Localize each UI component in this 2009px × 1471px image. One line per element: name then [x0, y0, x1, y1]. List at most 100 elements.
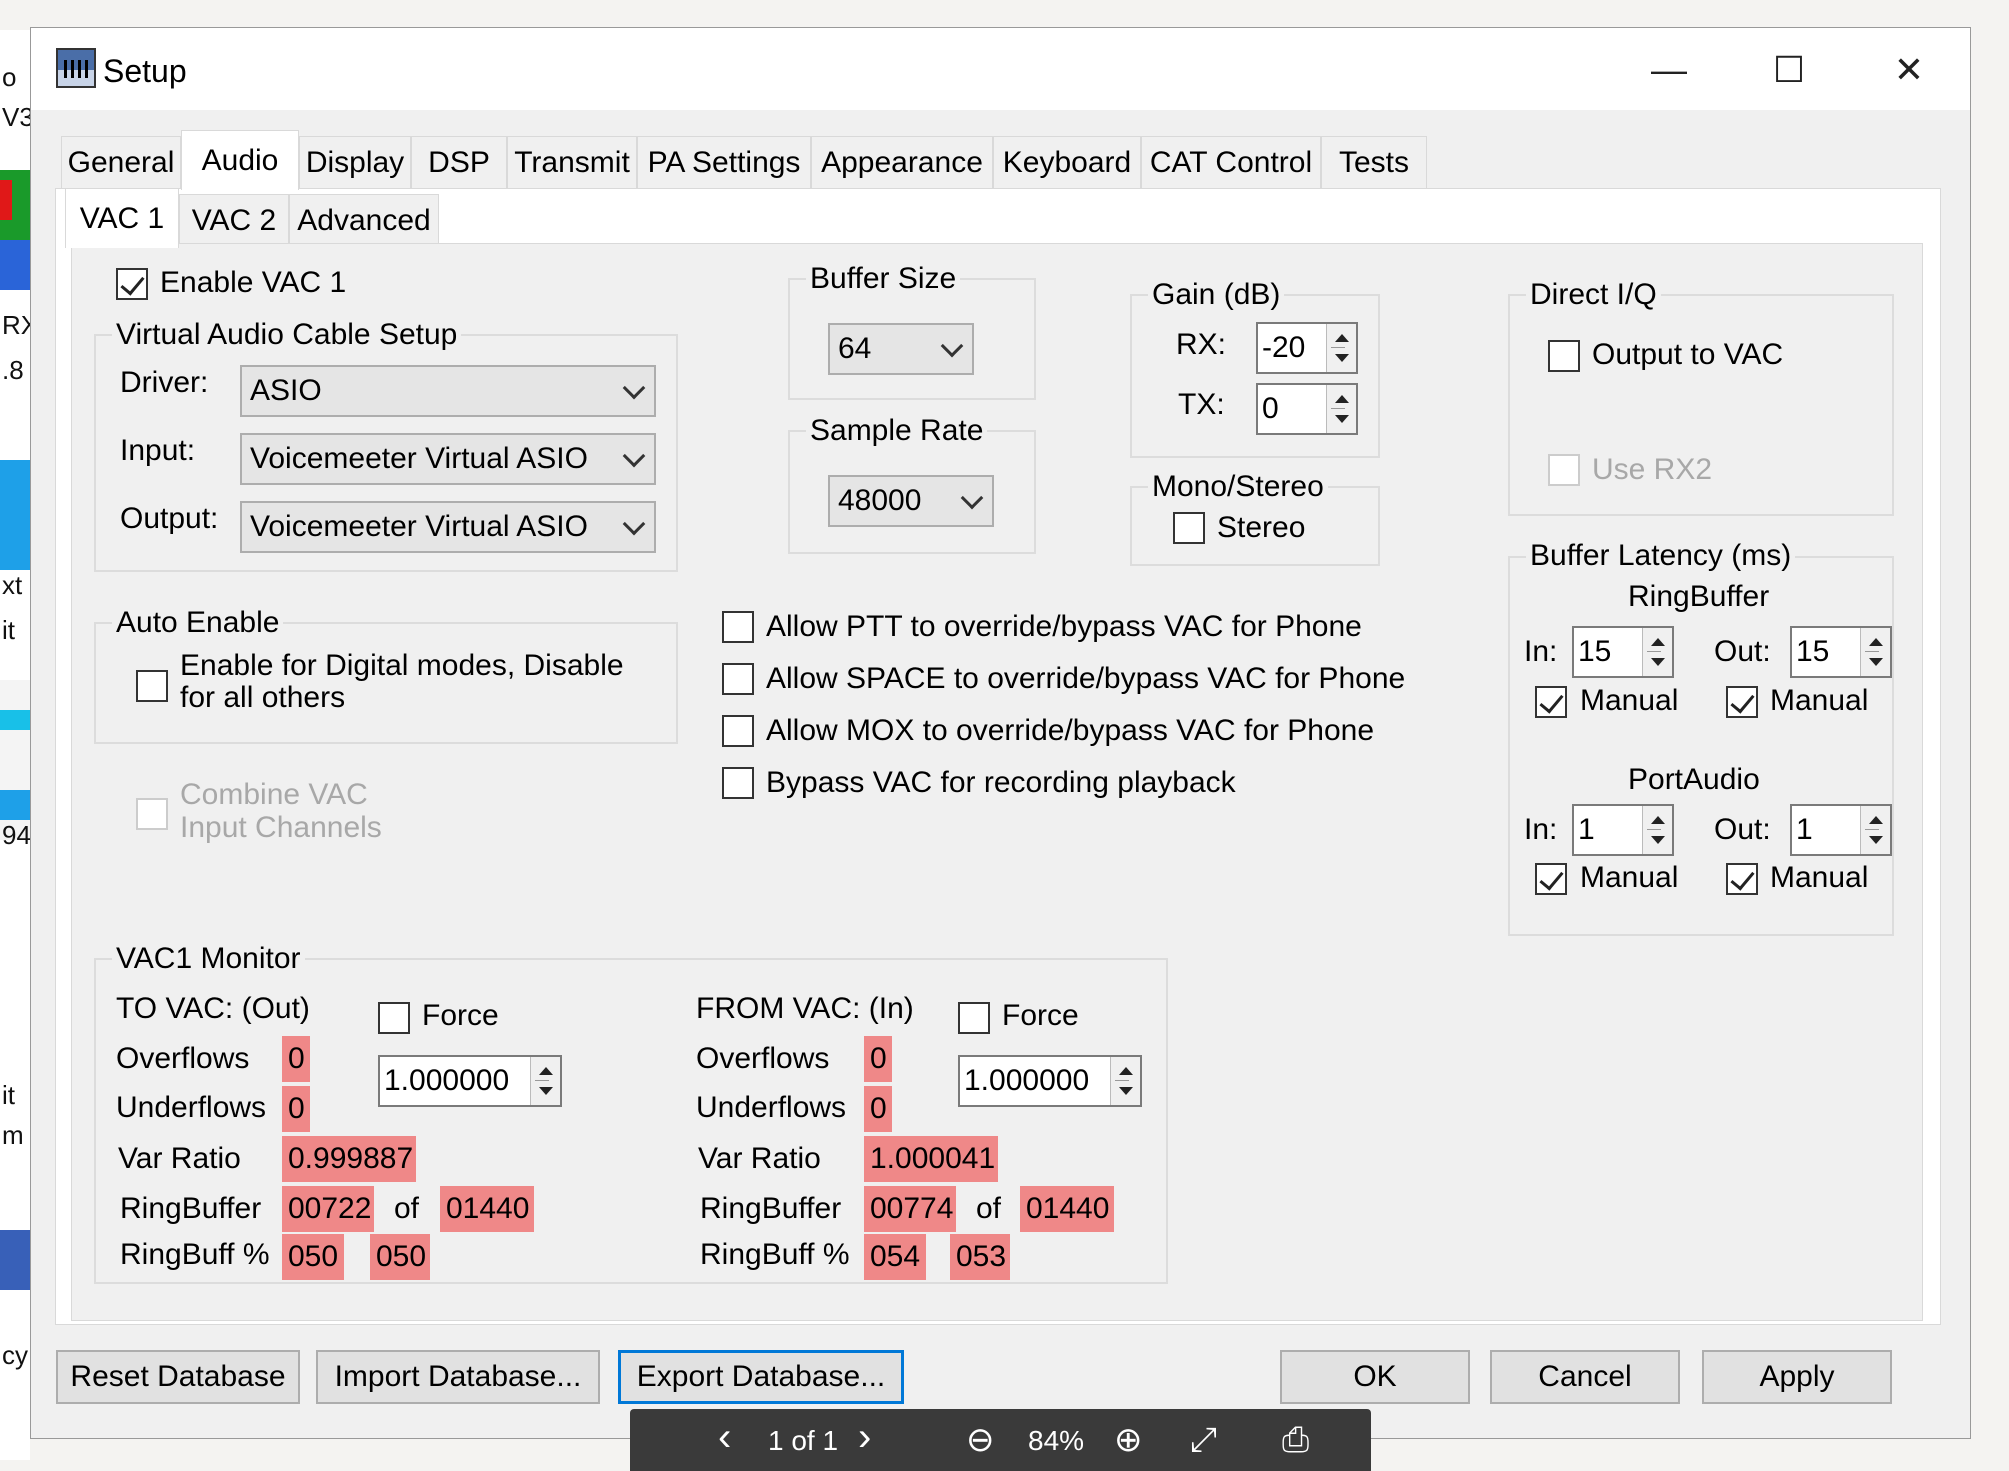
- pa-out-manual-checkbox[interactable]: [1726, 863, 1758, 895]
- spinner-arrows-icon[interactable]: [1860, 806, 1890, 854]
- tab-vac2[interactable]: VAC 2: [179, 194, 289, 246]
- background-text: it: [2, 615, 15, 645]
- output-select[interactable]: Voicemeeter Virtual ASIO: [240, 501, 656, 553]
- rb-out-manual-label: Manual: [1770, 684, 1869, 717]
- export-database-button[interactable]: Export Database...: [618, 1350, 904, 1404]
- cancel-button[interactable]: Cancel: [1490, 1350, 1680, 1404]
- enable-vac1-checkbox[interactable]: [116, 268, 148, 300]
- tab-vac1[interactable]: VAC 1: [65, 188, 179, 248]
- input-select[interactable]: Voicemeeter Virtual ASIO: [240, 433, 656, 485]
- chevron-down-icon: [940, 334, 964, 358]
- print-icon[interactable]: ⎙: [1282, 1423, 1309, 1457]
- tab-general[interactable]: General: [61, 136, 181, 188]
- close-button[interactable]: ✕: [1887, 48, 1931, 92]
- spinner-arrows-icon[interactable]: [1326, 385, 1356, 433]
- tab-pa-settings[interactable]: PA Settings: [637, 136, 811, 188]
- minimize-button[interactable]: —: [1647, 48, 1691, 92]
- import-database-button[interactable]: Import Database...: [316, 1350, 600, 1404]
- vac1-monitor-title: VAC1 Monitor: [112, 944, 305, 974]
- stereo-checkbox[interactable]: [1173, 512, 1205, 544]
- allow-mox-label: Allow MOX to override/bypass VAC for Pho…: [766, 714, 1375, 747]
- driver-select-value: ASIO: [250, 374, 322, 407]
- rb-out-label: Out:: [1714, 635, 1771, 668]
- tab-advanced[interactable]: Advanced: [289, 194, 439, 246]
- tx-gain-spinner[interactable]: 0: [1256, 383, 1358, 435]
- to-overflows-value: 0: [282, 1036, 310, 1082]
- from-overflows-label: Overflows: [696, 1042, 830, 1075]
- pa-out-value: 1: [1796, 813, 1813, 846]
- to-vac-title: TO VAC: (Out): [116, 992, 310, 1025]
- from-var-ratio-value: 1.000041: [864, 1136, 998, 1182]
- spinner-arrows-icon[interactable]: [1110, 1057, 1140, 1105]
- tab-transmit[interactable]: Transmit: [507, 136, 637, 188]
- pa-in-manual-label: Manual: [1580, 861, 1679, 894]
- background-app-strip: o V3 RX .8 xt it 94 it m cy: [0, 30, 38, 1460]
- tab-keyboard[interactable]: Keyboard: [993, 136, 1141, 188]
- to-ringbuffer-of: of: [394, 1192, 420, 1225]
- pa-in-spinner[interactable]: 1: [1572, 804, 1674, 856]
- title-bar[interactable]: Setup — ☐ ✕: [31, 28, 1970, 110]
- next-page-icon[interactable]: ›: [858, 1417, 871, 1457]
- rb-out-spinner[interactable]: 15: [1790, 626, 1892, 678]
- to-ringbuff-pct-label: RingBuff %: [120, 1238, 270, 1271]
- tab-dsp[interactable]: DSP: [411, 136, 507, 188]
- ok-button[interactable]: OK: [1280, 1350, 1470, 1404]
- background-text: cy: [2, 1340, 28, 1370]
- output-to-vac-checkbox[interactable]: [1548, 340, 1580, 372]
- driver-label: Driver:: [120, 366, 209, 399]
- maximize-button[interactable]: ☐: [1767, 48, 1811, 92]
- from-ringbuffer-label: RingBuffer: [700, 1192, 842, 1225]
- from-force-checkbox[interactable]: [958, 1002, 990, 1034]
- to-force-value: 1.000000: [384, 1064, 510, 1097]
- rb-in-manual-checkbox[interactable]: [1535, 686, 1567, 718]
- to-force-checkbox[interactable]: [378, 1002, 410, 1034]
- sample-rate-select[interactable]: 48000: [828, 475, 994, 527]
- apply-button[interactable]: Apply: [1702, 1350, 1892, 1404]
- zoom-in-icon[interactable]: ⊕: [1114, 1423, 1143, 1457]
- driver-select[interactable]: ASIO: [240, 365, 656, 417]
- to-ringbuffer-used: 00722: [282, 1186, 374, 1232]
- to-force-spinner[interactable]: 1.000000: [378, 1055, 562, 1107]
- tab-appearance[interactable]: Appearance: [811, 136, 993, 188]
- spinner-arrows-icon[interactable]: [1860, 628, 1890, 676]
- from-underflows-value: 0: [864, 1086, 892, 1132]
- tab-tests[interactable]: Tests: [1321, 136, 1427, 188]
- auto-enable-checkbox[interactable]: [136, 670, 168, 702]
- spinner-arrows-icon[interactable]: [530, 1057, 560, 1105]
- buffer-size-title: Buffer Size: [806, 264, 961, 294]
- to-ringbuff-pct1: 050: [282, 1234, 344, 1280]
- pa-out-label: Out:: [1714, 813, 1771, 846]
- rb-in-manual-label: Manual: [1580, 684, 1679, 717]
- fit-screen-icon[interactable]: ⤢: [1190, 1423, 1217, 1457]
- allow-ptt-checkbox[interactable]: [722, 611, 754, 643]
- from-force-spinner[interactable]: 1.000000: [958, 1055, 1142, 1107]
- zoom-out-icon[interactable]: ⊖: [966, 1423, 995, 1457]
- to-var-ratio-value: 0.999887: [282, 1136, 416, 1182]
- tab-audio[interactable]: Audio: [181, 130, 299, 190]
- tab-cat-control[interactable]: CAT Control: [1141, 136, 1321, 188]
- to-ringbuffer-label: RingBuffer: [120, 1192, 262, 1225]
- chevron-down-icon: [622, 512, 646, 536]
- spinner-arrows-icon[interactable]: [1642, 806, 1672, 854]
- app-icon: [56, 48, 96, 88]
- allow-mox-checkbox[interactable]: [722, 715, 754, 747]
- rb-out-manual-checkbox[interactable]: [1726, 686, 1758, 718]
- allow-space-checkbox[interactable]: [722, 663, 754, 695]
- enable-vac1-label: Enable VAC 1: [160, 266, 347, 299]
- auto-enable-label-line1: Enable for Digital modes, Disable: [180, 649, 624, 682]
- reset-database-button[interactable]: Reset Database: [56, 1350, 300, 1404]
- use-rx2-label: Use RX2: [1592, 453, 1713, 486]
- sample-rate-title: Sample Rate: [806, 416, 988, 446]
- tab-display[interactable]: Display: [299, 136, 411, 188]
- bypass-recording-checkbox[interactable]: [722, 767, 754, 799]
- prev-page-icon[interactable]: ‹: [718, 1417, 731, 1457]
- pa-in-manual-checkbox[interactable]: [1535, 863, 1567, 895]
- buffer-size-select[interactable]: 64: [828, 323, 974, 375]
- spinner-arrows-icon[interactable]: [1326, 324, 1356, 372]
- from-ringbuff-pct1: 054: [864, 1234, 926, 1280]
- rb-in-spinner[interactable]: 15: [1572, 626, 1674, 678]
- pa-out-spinner[interactable]: 1: [1790, 804, 1892, 856]
- rx-gain-spinner[interactable]: -20: [1256, 322, 1358, 374]
- spinner-arrows-icon[interactable]: [1642, 628, 1672, 676]
- background-text: o: [2, 62, 17, 92]
